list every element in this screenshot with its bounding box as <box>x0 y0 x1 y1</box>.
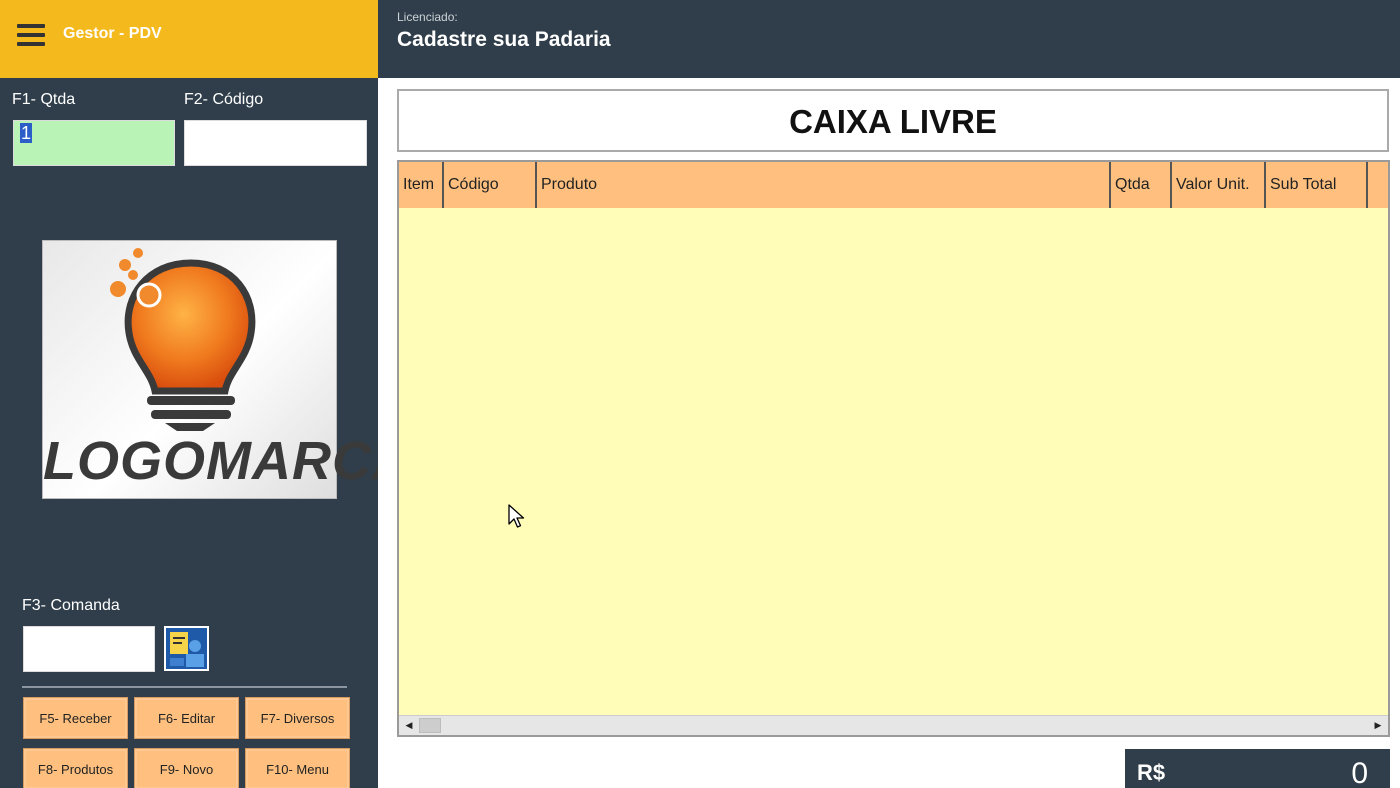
currency-label: R$ <box>1137 760 1166 785</box>
column-header-item[interactable]: Item <box>399 162 444 208</box>
divider <box>22 686 347 688</box>
hamburger-menu-icon[interactable] <box>17 24 45 46</box>
comanda-label: F3- Comanda <box>22 597 120 614</box>
scroll-right-icon[interactable]: ▶ <box>1369 717 1387 734</box>
column-header-codigo[interactable]: Código <box>444 162 537 208</box>
sidebar: Gestor - PDV F1- Qtda F2- Código 1 LOGOM… <box>0 0 412 788</box>
status-text: CAIXA LIVRE <box>789 103 997 140</box>
lightbulb-icon <box>110 248 256 431</box>
table-header: Item Código Produto Qtda Valor Unit. Sub… <box>399 162 1388 208</box>
items-table[interactable]: Item Código Produto Qtda Valor Unit. Sub… <box>397 160 1390 737</box>
produtos-button[interactable]: F8- Produtos <box>23 748 128 788</box>
codigo-input[interactable] <box>184 120 367 166</box>
column-header-filler <box>1368 162 1388 208</box>
menu-button[interactable]: F10- Menu <box>245 748 350 788</box>
comanda-input[interactable] <box>23 626 155 672</box>
logo-text: LOGOMARCA <box>43 431 412 491</box>
column-header-qtda[interactable]: Qtda <box>1111 162 1172 208</box>
licensed-name: Cadastre sua Padaria <box>397 28 611 51</box>
comanda-search-button[interactable] <box>164 626 209 671</box>
qtd-label: F1- Qtda <box>12 91 76 108</box>
scroll-thumb[interactable] <box>419 718 441 733</box>
mouse-cursor-icon <box>508 504 525 528</box>
novo-button[interactable]: F9- Novo <box>134 748 239 788</box>
receber-button[interactable]: F5- Receber <box>23 697 128 739</box>
total-value: 0 <box>1351 757 1368 788</box>
app-title: Gestor - PDV <box>63 25 162 42</box>
main-panel: CAIXA LIVRE Item Código Produto Qtda Val… <box>378 78 1400 788</box>
total-panel: R$ 0 <box>1125 749 1390 788</box>
column-header-produto[interactable]: Produto <box>537 162 1111 208</box>
codigo-label: F2- Código <box>184 91 264 108</box>
qtd-input-value: 1 <box>20 123 33 143</box>
editar-button[interactable]: F6- Editar <box>134 697 239 739</box>
column-header-sub-total[interactable]: Sub Total <box>1266 162 1368 208</box>
brand-bar: Gestor - PDV <box>0 0 378 78</box>
licensed-label: Licenciado: <box>397 10 458 24</box>
scroll-left-icon[interactable]: ◀ <box>400 717 418 734</box>
status-panel: CAIXA LIVRE <box>397 89 1389 152</box>
column-header-valor-unit[interactable]: Valor Unit. <box>1172 162 1266 208</box>
horizontal-scrollbar[interactable]: ◀ ▶ <box>399 715 1388 735</box>
header-bar: Licenciado: Cadastre sua Padaria <box>378 0 1400 78</box>
table-body[interactable] <box>399 208 1388 716</box>
qtd-input[interactable]: 1 <box>13 120 175 166</box>
card-person-icon <box>166 628 207 669</box>
diversos-button[interactable]: F7- Diversos <box>245 697 350 739</box>
logo-image: LOGOMARCA <box>42 240 412 499</box>
